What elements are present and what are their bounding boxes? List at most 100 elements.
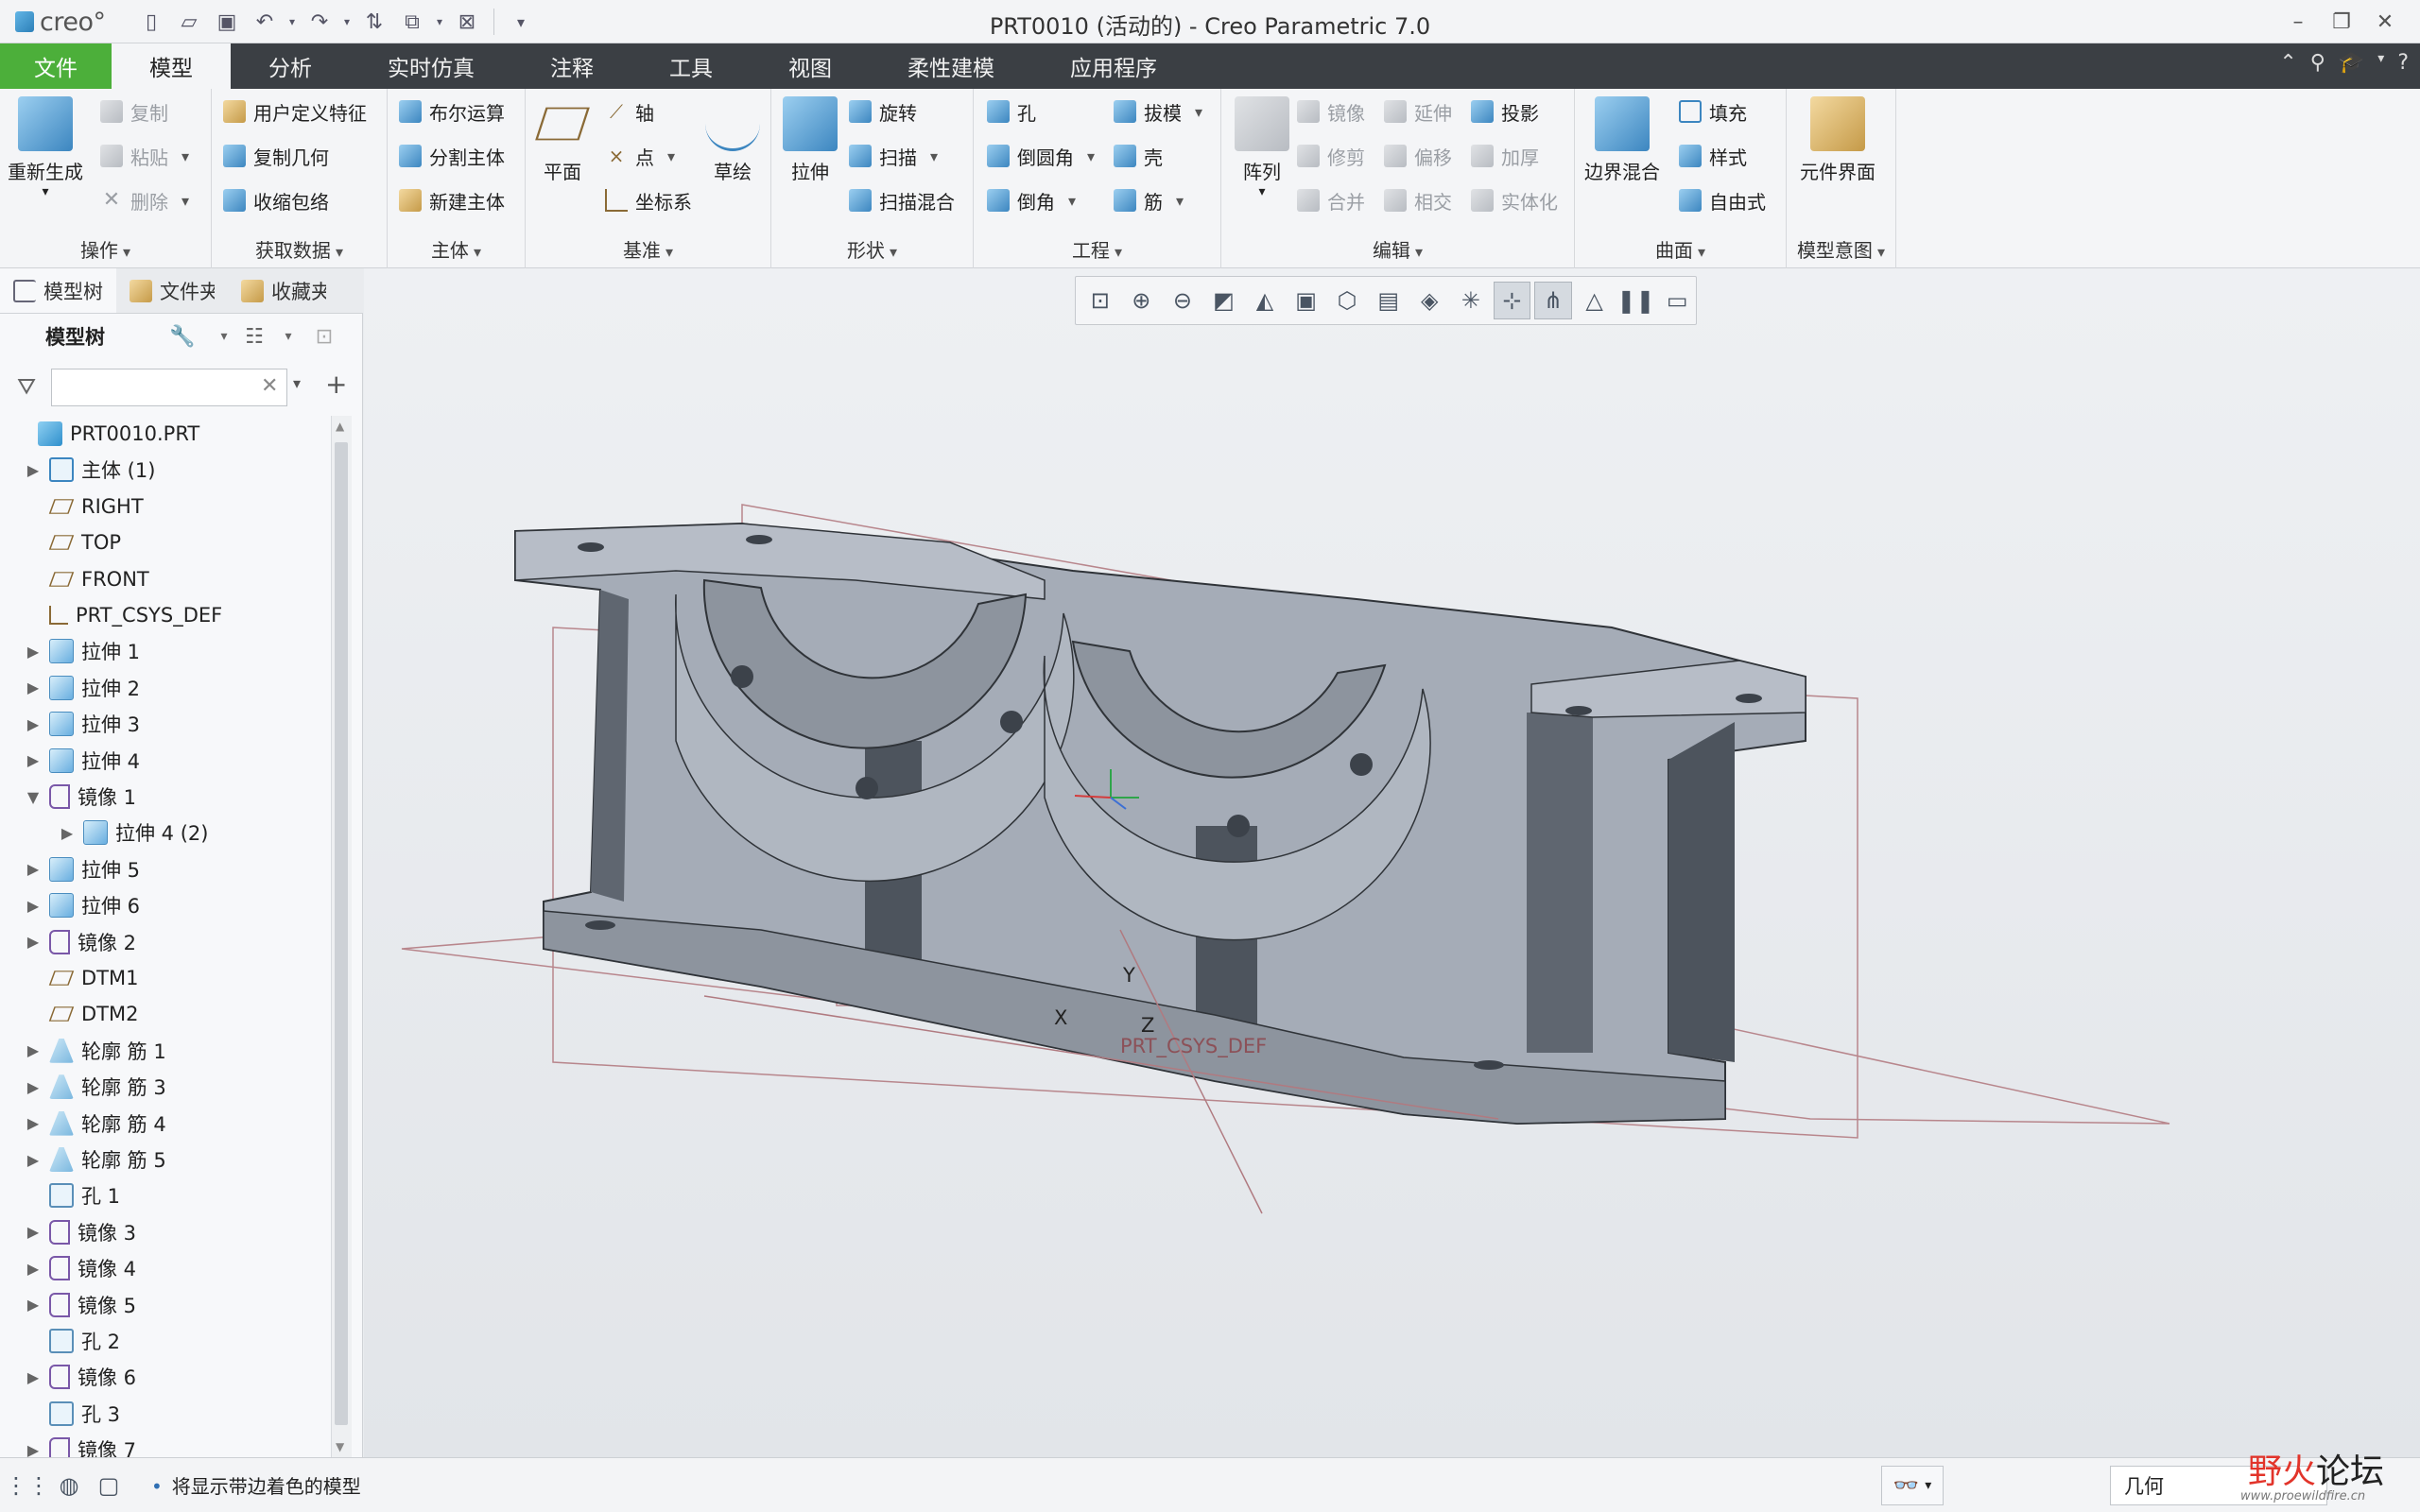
close-window-icon[interactable]: ⊠ — [450, 6, 484, 38]
minimize-icon[interactable]: – — [2276, 4, 2320, 40]
group-surfaces-label[interactable]: 曲面 — [1575, 235, 1786, 263]
settings-dropdown-icon[interactable]: ▾ — [210, 322, 238, 351]
tree-item[interactable]: ▶ 轮廓 筋 1 — [0, 1033, 166, 1069]
tree-item[interactable]: DTM1 — [0, 960, 138, 996]
find-dropdown-icon[interactable]: ▾ — [1925, 1478, 1931, 1493]
spin-center-toggle-icon[interactable]: ⊹ — [1493, 282, 1531, 319]
tree-item[interactable]: ▶ 拉伸 6 — [0, 887, 140, 923]
section-icon[interactable]: ◈ — [1411, 282, 1449, 319]
expand-icon[interactable]: ▶ — [23, 1260, 43, 1278]
tree-item[interactable]: RIGHT — [0, 489, 144, 524]
group-datum-label[interactable]: 基准 — [526, 235, 770, 263]
close-icon[interactable]: ✕ — [2363, 4, 2407, 40]
search-options-dropdown-icon[interactable]: ▾ — [293, 374, 301, 392]
plane-button[interactable]: 平面 — [535, 96, 590, 184]
point-button[interactable]: × 点 — [605, 137, 675, 175]
sketch-button[interactable]: 草绘 — [705, 96, 760, 184]
extrude-button[interactable]: 拉伸 — [783, 96, 838, 184]
tab-annotate[interactable]: 注释 — [512, 43, 631, 89]
saved-orientations-icon[interactable]: ⬡ — [1328, 282, 1366, 319]
tree-item[interactable]: ▶ 拉伸 1 — [0, 633, 140, 669]
group-model-intent-label[interactable]: 模型意图 — [1787, 235, 1895, 263]
tab-model-tree[interactable]: 模型树 — [0, 268, 116, 313]
customize-icon[interactable]: ▾ — [504, 6, 538, 38]
tree-item[interactable]: ▶ 轮廓 筋 3 — [0, 1069, 166, 1105]
tree-item[interactable]: ▶ 镜像 6 — [0, 1359, 136, 1395]
pause-icon[interactable]: ❚❚ — [1616, 282, 1654, 319]
undo-icon[interactable]: ↶ — [248, 6, 282, 38]
expand-icon[interactable]: ▶ — [23, 1368, 43, 1386]
part-model-view[interactable]: Y X Z PRT_CSYS_DEF — [364, 268, 2420, 1457]
shrinkwrap-button[interactable]: 收缩包络 — [223, 181, 329, 219]
learning-icon[interactable]: 🎓 — [2339, 51, 2364, 75]
perspective-icon[interactable]: ◭ — [1246, 282, 1284, 319]
graphics-window[interactable]: Y X Z PRT_CSYS_DEF ⊡ ⊕ ⊖ ◩ ◭ ▣ ⬡ ▤ ◈ ✳ ⊹… — [364, 268, 2420, 1457]
tree-item[interactable]: ▶ 镜像 7 — [0, 1432, 136, 1457]
new-icon[interactable]: ▯ — [134, 6, 168, 38]
browser-icon[interactable]: ◍ — [53, 1469, 85, 1502]
show-icon[interactable]: ☷ — [240, 322, 268, 351]
tab-flexible-modeling[interactable]: 柔性建模 — [870, 43, 1032, 89]
boundary-blend-button[interactable]: 边界混合 — [1584, 96, 1660, 184]
axis-button[interactable]: ⟋ 轴 — [605, 93, 654, 130]
revolve-button[interactable]: 旋转 — [849, 93, 917, 130]
group-get-data-label[interactable]: 获取数据 — [212, 235, 387, 263]
tree-item[interactable]: ▶ 拉伸 3 — [0, 706, 140, 742]
datum-display-icon[interactable]: ✳ — [1452, 282, 1490, 319]
paste-button[interactable]: 粘贴 — [100, 137, 189, 175]
merge-button[interactable]: 合并 — [1297, 181, 1365, 219]
expand-icon[interactable]: ▶ — [23, 1296, 43, 1314]
expand-icon[interactable]: ▶ — [23, 715, 43, 733]
tab-analysis[interactable]: 分析 — [231, 43, 350, 89]
regenerate-button[interactable]: 重新生成 ▾ — [8, 96, 83, 199]
chamfer-button[interactable]: 倒角 — [987, 181, 1076, 219]
tab-live-simulation[interactable]: 实时仿真 — [350, 43, 512, 89]
tab-tools[interactable]: 工具 — [631, 43, 751, 89]
tree-scrollbar[interactable]: ▲ ▼ — [331, 416, 352, 1457]
refit-icon[interactable]: ⊡ — [1081, 282, 1119, 319]
expand-icon[interactable]: ▶ — [23, 897, 43, 915]
tree-item[interactable]: FRONT — [0, 561, 149, 597]
zoom-out-icon[interactable]: ⊖ — [1164, 282, 1201, 319]
new-body-button[interactable]: 新建主体 — [399, 181, 505, 219]
settings-icon[interactable]: 🔧 — [168, 322, 197, 351]
expand-icon[interactable]: ▶ — [23, 1114, 43, 1132]
expand-icon[interactable]: ▶ — [23, 1223, 43, 1241]
save-icon[interactable]: ▣ — [210, 6, 244, 38]
tree-item[interactable]: PRT_CSYS_DEF — [0, 597, 222, 633]
expand-icon[interactable]: ▶ — [23, 933, 43, 951]
help-icon[interactable]: ? — [2397, 51, 2409, 75]
tab-file[interactable]: 文件 — [0, 43, 112, 89]
expand-icon[interactable]: ▶ — [23, 1041, 43, 1059]
regenerate-icon[interactable]: ⇅ — [357, 6, 391, 38]
tree-item[interactable]: 孔 3 — [0, 1396, 120, 1432]
mirror-button[interactable]: 镜像 — [1297, 93, 1365, 130]
expand-icon[interactable]: ▶ — [23, 643, 43, 661]
open-icon[interactable]: ▱ — [172, 6, 206, 38]
expand-icon[interactable]: ▶ — [23, 1441, 43, 1457]
repaint-icon[interactable]: ◩ — [1205, 282, 1243, 319]
tree-filters-icon[interactable]: ⊡ — [310, 322, 338, 351]
tree-item[interactable]: ▼ 镜像 1 — [0, 779, 136, 815]
thicken-button[interactable]: 加厚 — [1471, 137, 1539, 175]
display-style-icon[interactable]: ▣ — [1288, 282, 1325, 319]
tree-item[interactable]: ▶ 轮廓 筋 4 — [0, 1106, 166, 1142]
restore-icon[interactable]: ❐ — [2320, 4, 2363, 40]
csys-button[interactable]: 坐标系 — [605, 181, 692, 219]
solidify-button[interactable]: 实体化 — [1471, 181, 1558, 219]
tree-item[interactable]: ▶ 镜像 2 — [0, 924, 136, 960]
tree-item[interactable]: ▶ 主体 (1) — [0, 452, 155, 488]
tree-item[interactable]: ▶ 镜像 3 — [0, 1214, 136, 1250]
intersect-button[interactable]: 相交 — [1384, 181, 1452, 219]
shell-button[interactable]: 壳 — [1114, 137, 1163, 175]
redo-icon[interactable]: ↷ — [302, 6, 337, 38]
tree-item[interactable]: 孔 1 — [0, 1177, 120, 1213]
scroll-down-icon[interactable]: ▼ — [336, 1440, 344, 1453]
hole-button[interactable]: 孔 — [987, 93, 1036, 130]
expand-icon[interactable]: ▶ — [57, 824, 78, 842]
view-manager-icon[interactable]: ▤ — [1370, 282, 1408, 319]
split-body-button[interactable]: 分割主体 — [399, 137, 505, 175]
sweep-button[interactable]: 扫描 — [849, 137, 938, 175]
tab-view[interactable]: 视图 — [751, 43, 870, 89]
udf-button[interactable]: 用户定义特征 — [223, 93, 367, 130]
